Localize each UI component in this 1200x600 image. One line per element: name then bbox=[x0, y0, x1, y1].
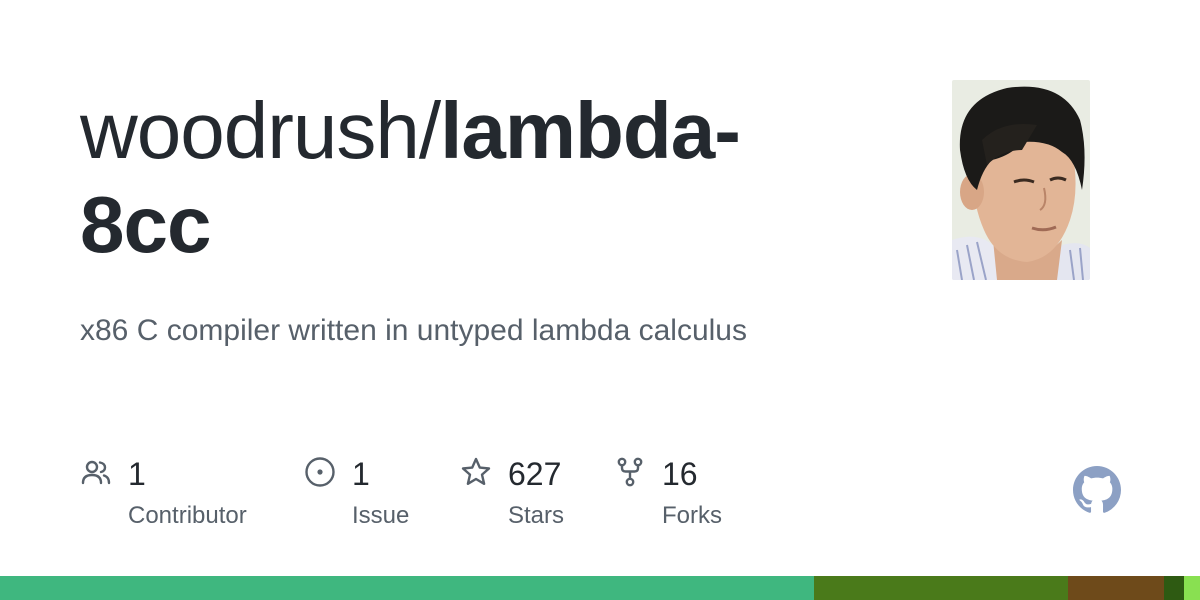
people-icon bbox=[81, 460, 111, 485]
stat-value: 1 bbox=[128, 456, 146, 492]
stat-label: Issue bbox=[352, 502, 410, 529]
issue-icon bbox=[305, 457, 335, 487]
star-icon bbox=[461, 457, 491, 485]
language-segment bbox=[1067, 576, 1164, 600]
repo-title: woodrush/lambda-8cc bbox=[80, 84, 860, 272]
stat-label: Forks bbox=[662, 502, 722, 529]
stat-label: Stars bbox=[508, 502, 565, 529]
language-segment bbox=[0, 576, 814, 600]
stat-value: 16 bbox=[662, 456, 698, 492]
repo-owner: woodrush/ bbox=[80, 86, 441, 175]
language-segment bbox=[813, 576, 1068, 600]
language-bar bbox=[0, 576, 1200, 600]
stat-label: Contributor bbox=[128, 502, 247, 529]
owner-avatar bbox=[952, 80, 1090, 280]
social-preview-card: woodrush/lambda-8cc x86 C compiler writt… bbox=[0, 0, 1200, 600]
fork-icon bbox=[617, 457, 643, 487]
language-segment bbox=[1184, 576, 1200, 600]
language-segment bbox=[1163, 576, 1185, 600]
stat-value: 627 bbox=[508, 456, 562, 492]
avatar-photo bbox=[952, 80, 1090, 280]
repo-description: x86 C compiler written in untyped lambda… bbox=[80, 314, 747, 347]
stat-value: 1 bbox=[352, 456, 370, 492]
github-logo-icon[interactable] bbox=[1073, 466, 1121, 514]
